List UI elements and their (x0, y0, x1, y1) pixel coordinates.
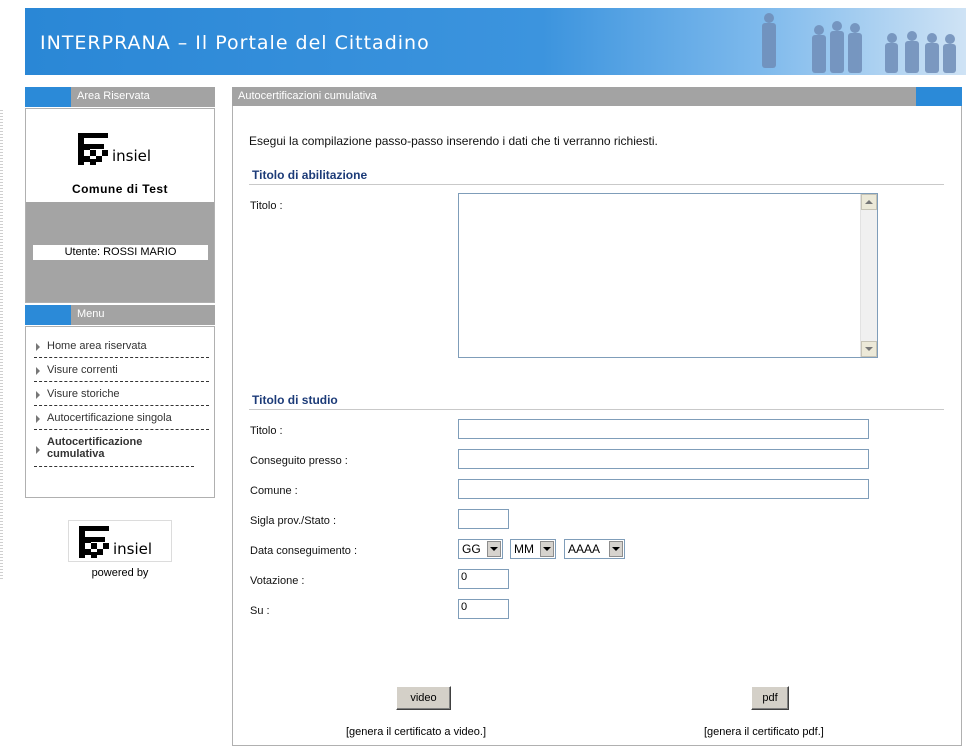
scroll-down-button[interactable] (861, 341, 877, 357)
insiel-logo-icon (78, 133, 108, 165)
dropdown-arrow-icon (487, 541, 501, 557)
menu-item-label: Home area riservata (47, 340, 147, 352)
conseguito-presso-label: Conseguito presso : (250, 455, 348, 467)
mese-select-value: MM (514, 542, 534, 556)
conseguito-presso-input[interactable] (458, 449, 869, 469)
section-divider (249, 184, 944, 185)
arrow-right-icon (36, 391, 40, 399)
mese-select[interactable]: MM (510, 539, 556, 559)
arrow-right-icon (36, 446, 40, 454)
studio-titolo-label: Titolo : (250, 425, 283, 437)
pdf-button[interactable]: pdf (751, 686, 789, 710)
menu-bar: Menu (25, 305, 215, 325)
studio-titolo-input[interactable] (458, 419, 869, 439)
bar-accent (25, 305, 71, 325)
video-caption: [genera il certificato a video.] (346, 726, 487, 738)
dropdown-arrow-icon (609, 541, 623, 557)
menu-item-label: Visure storiche (47, 388, 120, 400)
dropdown-arrow-icon (540, 541, 554, 557)
section-divider (249, 409, 944, 410)
sigla-prov-stato-label: Sigla prov./Stato : (250, 515, 337, 527)
insiel-logo: insiel (79, 526, 152, 558)
powered-by-logo: insiel (68, 520, 172, 562)
abilitazione-titolo-label: Titolo : (250, 200, 283, 212)
sigla-prov-stato-input[interactable] (458, 509, 509, 529)
menu-item-visure-storiche[interactable]: Visure storiche (34, 388, 209, 406)
area-riservata-bar: Area Riservata (25, 87, 215, 107)
abilitazione-titolo-textarea[interactable] (458, 193, 878, 358)
comune-name: Comune di Test (71, 182, 169, 196)
menu-title: Menu (77, 308, 105, 320)
votazione-label: Votazione : (250, 575, 305, 587)
user-box: insiel Comune di Test Utente: ROSSI MARI… (25, 108, 215, 303)
insiel-logo-text: insiel (113, 540, 153, 558)
giorno-select-value: GG (462, 542, 481, 556)
video-button[interactable]: video (396, 686, 451, 710)
comune-input[interactable] (458, 479, 869, 499)
page-edge-decoration (0, 110, 3, 580)
menu-item-home-area-riservata[interactable]: Home area riservata (34, 340, 209, 358)
section-title-abilitazione: Titolo di abilitazione (252, 168, 368, 182)
bar-accent (916, 87, 962, 107)
arrow-right-icon (36, 343, 40, 351)
menu-item-label: Visure correnti (47, 364, 118, 376)
insiel-logo-icon (79, 526, 109, 558)
textarea-scrollbar[interactable] (860, 194, 877, 357)
site-title: INTERPRANA – Il Portale del Cittadino (40, 32, 430, 54)
arrow-right-icon (36, 415, 40, 423)
bar-accent (25, 87, 71, 107)
utente-label: Utente: ROSSI MARIO (33, 245, 208, 260)
insiel-logo: insiel (78, 133, 151, 165)
people-silhouettes-image (762, 13, 956, 73)
user-info-panel: Utente: ROSSI MARIO (26, 202, 214, 302)
votazione-input[interactable]: 0 (458, 569, 509, 589)
arrow-right-icon (36, 367, 40, 375)
pdf-caption: [genera il certificato pdf.] (704, 726, 824, 738)
main-panel-bar: Autocertificazioni cumulativa (232, 87, 962, 107)
scroll-up-button[interactable] (861, 194, 877, 210)
powered-by-label: powered by (91, 567, 149, 579)
intro-text: Esegui la compilazione passo-passo inser… (249, 134, 658, 148)
comune-label: Comune : (250, 485, 298, 497)
anno-select[interactable]: AAAA (564, 539, 625, 559)
scroll-down-icon (865, 347, 873, 351)
menu-item-visure-correnti[interactable]: Visure correnti (34, 364, 209, 382)
data-conseguimento-label: Data conseguimento : (250, 545, 358, 557)
menu-panel: Home area riservata Visure correnti Visu… (25, 326, 215, 498)
site-header: INTERPRANA – Il Portale del Cittadino (25, 8, 966, 75)
menu-item-label: Autocertificazione singola (47, 412, 172, 424)
giorno-select[interactable]: GG (458, 539, 503, 559)
anno-select-value: AAAA (568, 542, 601, 556)
main-panel-title: Autocertificazioni cumulativa (238, 90, 377, 102)
menu-item-autocertificazione-cumulativa[interactable]: Autocertificazione cumulativa (34, 436, 194, 467)
area-riservata-title: Area Riservata (77, 90, 150, 102)
su-input[interactable]: 0 (458, 599, 509, 619)
menu-item-autocertificazione-singola[interactable]: Autocertificazione singola (34, 412, 209, 430)
insiel-logo-text: insiel (112, 147, 152, 165)
menu-item-label: Autocertificazione cumulativa (47, 436, 143, 460)
scroll-up-icon (865, 200, 873, 204)
su-label: Su : (250, 605, 270, 617)
section-title-studio: Titolo di studio (252, 393, 338, 407)
